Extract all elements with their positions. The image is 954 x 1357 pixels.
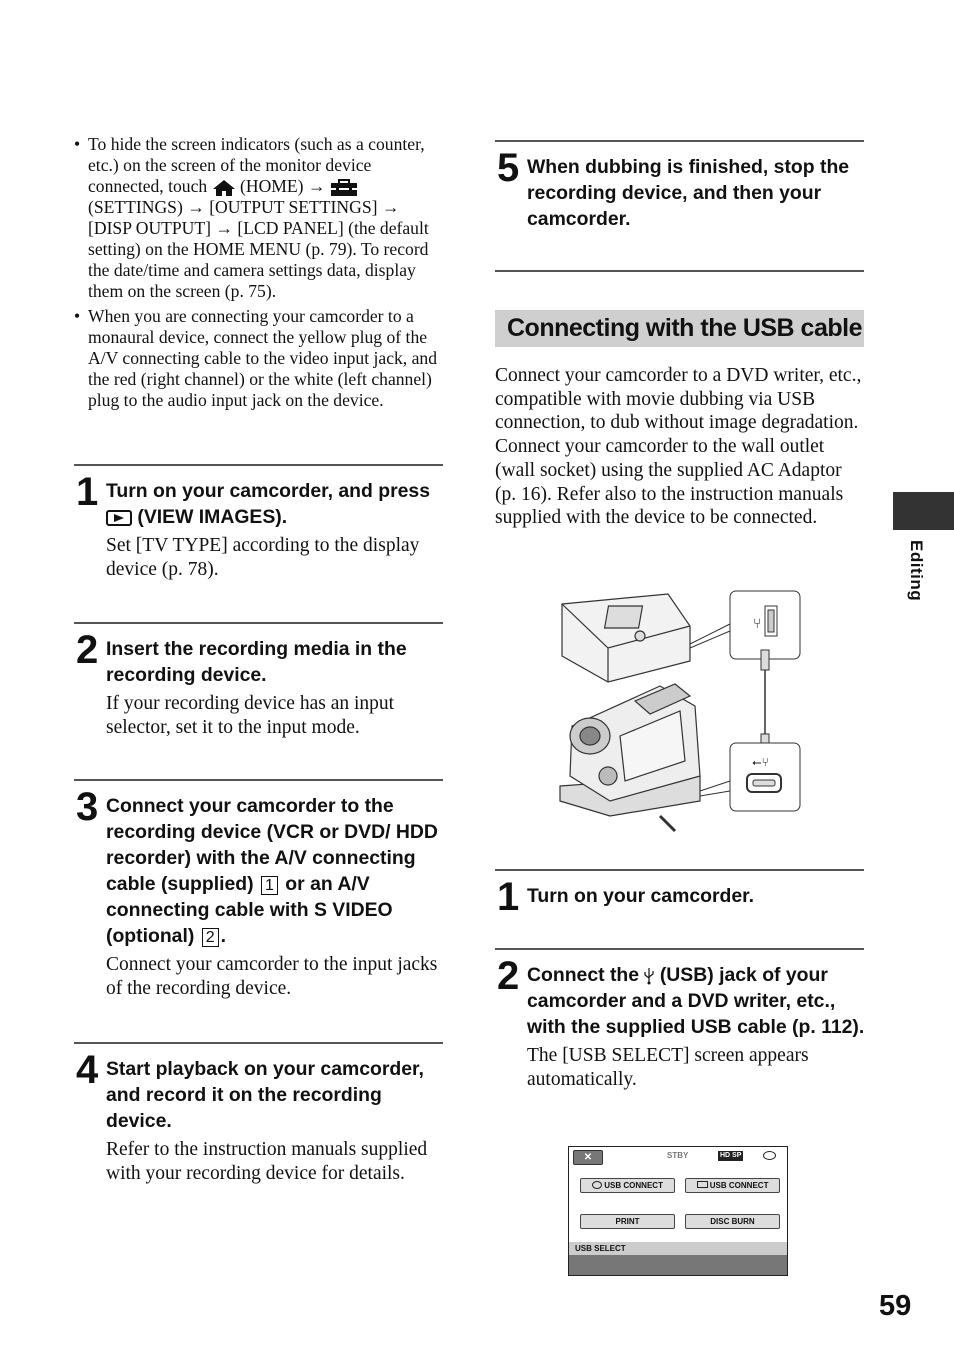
intro-paragraph: Connect your camcorder to a DVD writer, … xyxy=(495,365,862,434)
divider xyxy=(495,869,864,871)
screen-footer xyxy=(569,1255,787,1275)
page-number: 59 xyxy=(879,1290,912,1322)
step-title: When dubbing is finished, stop the recor… xyxy=(527,156,850,230)
step-5: 5 When dubbing is finished, stop the rec… xyxy=(497,148,867,232)
step-number: 3 xyxy=(76,785,99,829)
close-button[interactable]: ✕ xyxy=(573,1150,603,1165)
step-body: If your recording device has an input se… xyxy=(106,693,395,738)
divider xyxy=(495,948,864,950)
divider xyxy=(74,1042,443,1044)
usb-icon xyxy=(644,967,655,985)
print-button[interactable]: PRINT xyxy=(580,1214,675,1229)
step-2: 2 Insert the recording media in the reco… xyxy=(76,630,446,740)
usb-step-1: 1 Turn on your camcorder. xyxy=(497,877,867,917)
usb-select-screen: ✕ STBY HD SP USB CONNECT USB CONNECT PRI… xyxy=(568,1146,788,1276)
memory-card-icon xyxy=(696,1181,708,1188)
section-heading: Connecting with the USB cable xyxy=(495,310,864,347)
step-number: 1 xyxy=(497,875,520,919)
note-item: When you are connecting your camcorder t… xyxy=(74,306,446,411)
disc-burn-button[interactable]: DISC BURN xyxy=(685,1214,780,1229)
disc-icon xyxy=(763,1151,776,1160)
section-intro: Connect your camcorder to a DVD writer, … xyxy=(495,364,865,530)
step-number: 4 xyxy=(76,1048,99,1092)
divider xyxy=(495,140,864,142)
callout-2: 2 xyxy=(201,928,219,947)
section-tab-marker xyxy=(893,492,954,530)
step-body: Refer to the instruction manuals supplie… xyxy=(106,1139,428,1184)
step-title: Connect the (USB) jack of your camcorder… xyxy=(527,964,865,1038)
step-number: 2 xyxy=(76,628,99,672)
usb-a-port-callout: ⑂ xyxy=(729,590,801,660)
intro-paragraph: Connect your camcorder to the wall outle… xyxy=(495,436,844,529)
usb-connect-memory-button[interactable]: USB CONNECT xyxy=(685,1178,780,1193)
step-body: Set [TV TYPE] according to the display d… xyxy=(106,535,420,580)
home-icon xyxy=(212,179,235,196)
screen-title: USB SELECT xyxy=(569,1242,787,1255)
status-text: STBY xyxy=(667,1151,689,1160)
section-label: Editing xyxy=(907,540,926,602)
step-title: Connect your camcorder to the recording … xyxy=(106,795,438,947)
step-number: 2 xyxy=(497,954,520,998)
step-title: Turn on your camcorder. xyxy=(527,885,754,907)
quality-badge: HD SP xyxy=(718,1151,744,1161)
settings-toolbox-icon xyxy=(330,178,357,196)
step-number: 5 xyxy=(497,146,520,190)
dvd-writer-illustration xyxy=(561,593,691,683)
step-number: 1 xyxy=(76,470,99,514)
step-4: 4 Start playback on your camcorder, and … xyxy=(76,1050,446,1186)
usb-step-2: 2 Connect the (USB) jack of your camcord… xyxy=(497,956,867,1092)
divider xyxy=(74,464,443,466)
step-body: The [USB SELECT] screen appears automati… xyxy=(527,1045,809,1090)
callout-1: 1 xyxy=(261,876,278,895)
disc-icon xyxy=(592,1181,603,1189)
svg-text:⑂: ⑂ xyxy=(753,616,761,632)
note-item: To hide the screen indicators (such as a… xyxy=(74,134,446,302)
svg-text:⭠⑂: ⭠⑂ xyxy=(752,755,769,769)
step-1: 1 Turn on your camcorder, and press (VIE… xyxy=(76,472,446,582)
step-body: Connect your camcorder to the input jack… xyxy=(106,954,438,999)
step-title: Start playback on your camcorder, and re… xyxy=(106,1058,424,1132)
usb-connect-disc-button[interactable]: USB CONNECT xyxy=(580,1178,675,1193)
usb-mini-port-callout: ⭠⑂ xyxy=(729,742,801,812)
divider xyxy=(74,622,443,624)
divider xyxy=(74,779,443,781)
step-3: 3 Connect your camcorder to the recordin… xyxy=(76,787,446,1001)
view-images-icon xyxy=(106,509,132,526)
usb-connection-illustration: ⑂ ⭠⑂ xyxy=(559,590,801,833)
step-title: Turn on your camcorder, and press (VIEW … xyxy=(106,480,430,528)
divider xyxy=(495,270,864,272)
camcorder-illustration xyxy=(559,683,701,833)
step-title: Insert the recording media in the record… xyxy=(106,638,407,686)
usb-cable xyxy=(760,649,770,753)
notes-list: To hide the screen indicators (such as a… xyxy=(74,134,446,415)
